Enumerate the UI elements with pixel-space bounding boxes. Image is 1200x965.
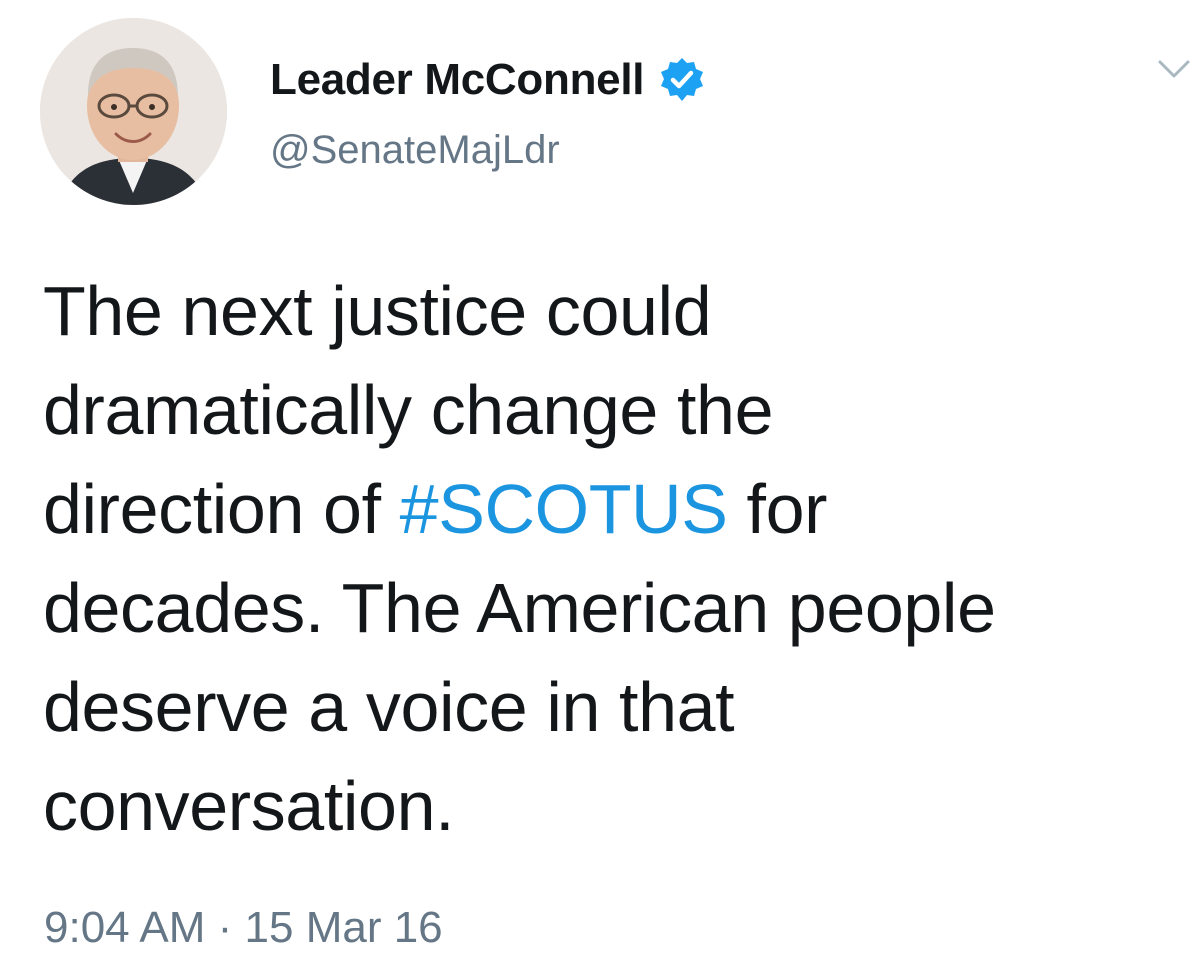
avatar[interactable] [40,18,227,205]
tweet-text: The next justice could dramatically chan… [43,262,1183,856]
author-row: Leader McConnell [270,52,706,108]
tweet-text-line: conversation. [43,767,455,845]
tweet-text-segment: direction of [43,470,400,548]
verified-badge-icon [658,56,706,104]
tweet-text-line: The next justice could [43,272,712,350]
profile-photo-icon [40,18,227,205]
tweet-text-segment: for [727,470,828,548]
chevron-down-icon[interactable] [1152,52,1196,88]
tweet-text-line: direction of #SCOTUS for [43,460,1183,559]
tweet-text-line: decades. The American people [43,569,996,647]
display-name[interactable]: Leader McConnell [270,55,644,105]
tweet-timestamp[interactable]: 9:04 AM · 15 Mar 16 [44,903,443,953]
hashtag-link[interactable]: #SCOTUS [400,470,728,548]
user-handle[interactable]: @SenateMajLdr [270,128,560,173]
tweet-card: Leader McConnell @SenateMajLdr The next … [0,0,1200,965]
tweet-text-line: deserve a voice in that [43,668,735,746]
tweet-text-line: dramatically change the [43,371,774,449]
